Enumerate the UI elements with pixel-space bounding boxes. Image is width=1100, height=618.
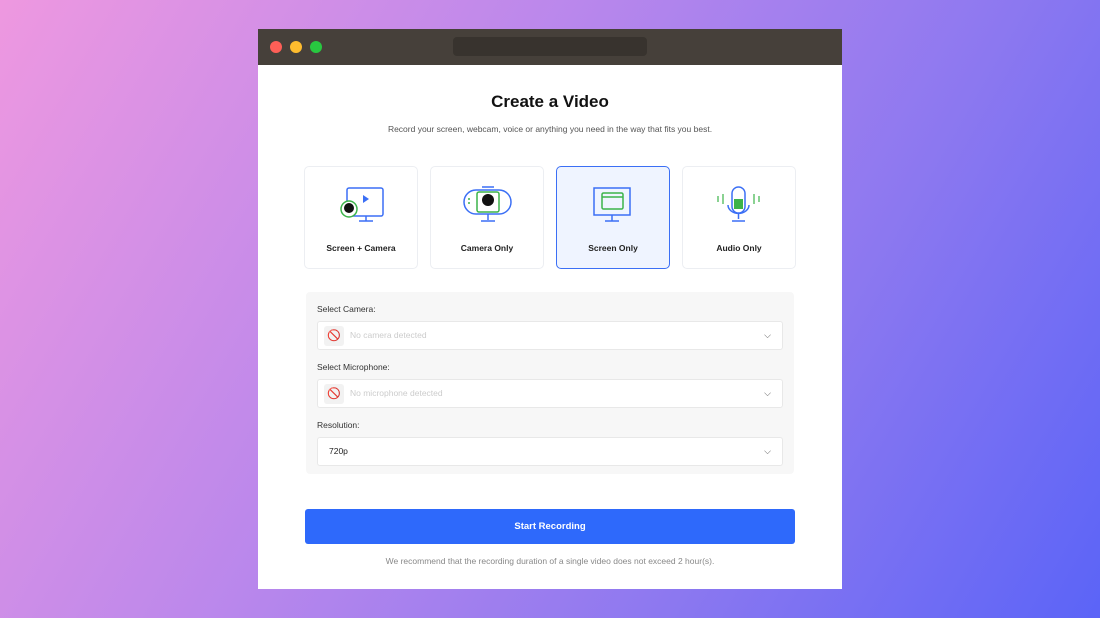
mode-screen-only[interactable]: Screen Only [556, 166, 670, 269]
chevron-down-icon: ⌵ [764, 446, 771, 456]
settings-panel: Select Camera: 🚫 No camera detected ⌵ Sele… [306, 292, 794, 474]
mode-camera-only[interactable]: Camera Only [430, 166, 544, 269]
resolution-label: Resolution: [317, 420, 360, 430]
mode-screen-camera[interactable]: Screen + Camera [304, 166, 418, 269]
camera-value: No camera detected [350, 330, 427, 340]
camera-label: Select Camera: [317, 304, 376, 314]
start-recording-button[interactable]: Start Recording [305, 509, 795, 544]
address-bar[interactable] [453, 37, 647, 56]
mode-label: Screen Only [588, 243, 638, 253]
mode-audio-only[interactable]: Audio Only [682, 166, 796, 269]
mode-label: Screen + Camera [326, 243, 396, 253]
page-title: Create a Video [491, 92, 609, 111]
microphone-icon [717, 186, 760, 222]
monitor-icon [593, 187, 631, 222]
title-bar [258, 29, 842, 65]
mic-off-icon: 🚫 [324, 384, 344, 404]
camera-select[interactable]: 🚫 No camera detected ⌵ [317, 321, 783, 350]
app-window: Create a Video Record your screen, webca… [258, 29, 842, 589]
maximize-window-button[interactable] [310, 41, 322, 53]
chevron-down-icon: ⌵ [764, 330, 771, 340]
minimize-window-button[interactable] [290, 41, 302, 53]
microphone-label: Select Microphone: [317, 362, 390, 372]
resolution-select[interactable]: 720p ⌵ [317, 437, 783, 466]
screen-camera-icon [340, 187, 384, 222]
resolution-value: 720p [329, 446, 348, 456]
webcam-icon [463, 186, 512, 222]
mode-label: Audio Only [716, 243, 762, 253]
page-subtitle: Record your screen, webcam, voice or any… [387, 124, 713, 134]
chevron-down-icon: ⌵ [764, 388, 771, 398]
duration-note: We recommend that the recording duration… [385, 556, 715, 566]
microphone-value: No microphone detected [350, 388, 443, 398]
mode-label: Camera Only [460, 243, 514, 253]
close-window-button[interactable] [270, 41, 282, 53]
camera-off-icon: 🚫 [324, 326, 344, 346]
microphone-select[interactable]: 🚫 No microphone detected ⌵ [317, 379, 783, 408]
